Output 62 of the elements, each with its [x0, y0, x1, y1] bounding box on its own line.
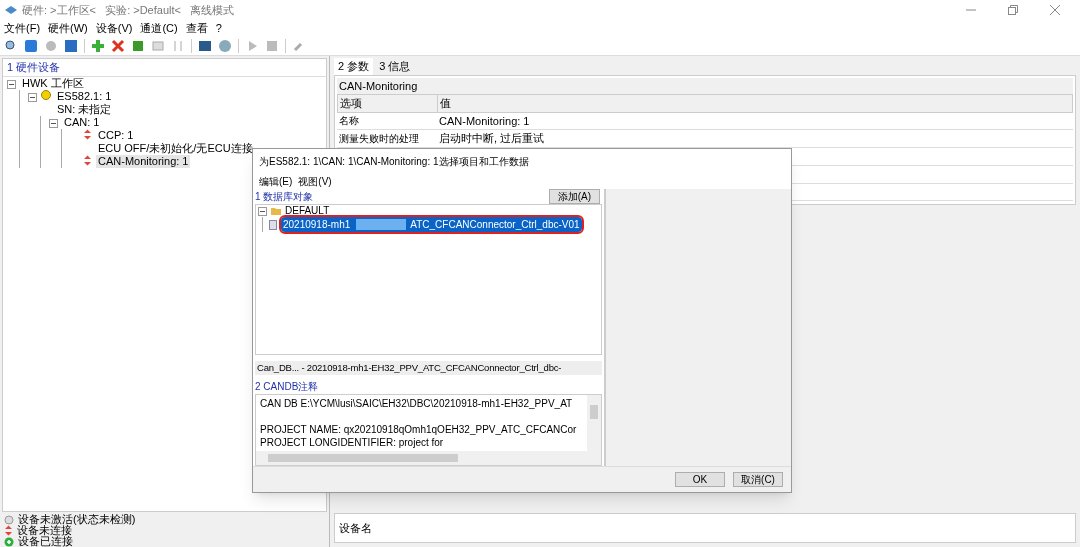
legend-label: 设备已连接: [18, 536, 73, 547]
comment-line: CAN DB E:\YCM\lusi\SAIC\EH32\DBC\20210918-mh1-EH32_PPV_AT: [260, 397, 574, 410]
collapse-toggle-icon[interactable]: [28, 92, 37, 102]
tab[interactable]: 2 参数: [334, 58, 374, 75]
redacted-block: [356, 219, 407, 230]
menu-item[interactable]: 查看: [185, 19, 208, 37]
menu-item[interactable]: 设备(V): [95, 19, 133, 37]
table-cell-text: 测量失败时的处理: [338, 132, 420, 147]
status-icon: [4, 514, 14, 525]
panel-title: 1 硬件设备: [3, 59, 326, 77]
add-button[interactable]: 添加(A): [548, 189, 600, 204]
tree-item[interactable]: CCP: 1: [96, 128, 255, 142]
legend-label: 设备未激活(状态未检测): [18, 514, 136, 525]
field-label: 设备名: [339, 522, 372, 534]
status-icon: [83, 128, 92, 140]
tree-item[interactable]: CAN-Monitoring: 1: [96, 154, 191, 168]
panel-title: 2 CANDB注释: [254, 380, 320, 394]
menu-item[interactable]: ?: [215, 19, 222, 37]
folder-icon: [271, 207, 281, 215]
restore-icon[interactable]: [1008, 5, 1018, 15]
tree-item-detail: ECU OFF/未初始化/无ECU连接: [97, 141, 254, 155]
dialog-button[interactable]: OK: [675, 472, 725, 487]
menu-item[interactable]: 文件(F): [4, 19, 41, 37]
tree-item[interactable]: HWK 工作区: [20, 76, 86, 90]
menu-item[interactable]: 编辑(E): [259, 173, 293, 189]
warning-icon: [41, 89, 51, 100]
database-icon: [269, 219, 277, 230]
tree-item[interactable]: ES582.1: 1: [55, 89, 114, 103]
table-cell-text: 启动时中断, 过后重试: [438, 131, 546, 147]
add-icon[interactable]: [91, 38, 105, 53]
menu-item[interactable]: 视图(V): [298, 173, 332, 189]
status-icon: [4, 536, 14, 547]
menu-item[interactable]: 硬件(W): [48, 19, 88, 37]
tree-item[interactable]: 20210918-mh1 ATC_CFCANConnector_Ctrl_dbc-V01: [281, 217, 582, 232]
legend-label: 设备未连接: [17, 525, 72, 536]
tree-item[interactable]: CAN: 1: [62, 115, 102, 129]
column-header: 选项: [338, 95, 438, 112]
tree-item-detail: SN: 未指定: [56, 102, 113, 116]
column-header: 值: [439, 96, 452, 111]
close-icon[interactable]: [1050, 5, 1060, 15]
menu-item[interactable]: 通道(C): [140, 19, 178, 37]
stop-icon[interactable]: [265, 38, 279, 53]
collapse-toggle-icon[interactable]: [7, 79, 16, 89]
window-title: 硬件: >工作区< 实验: >Default< 离线模式: [22, 2, 235, 18]
horizontal-scrollbar[interactable]: [256, 451, 601, 465]
status-icon: [83, 154, 92, 166]
tab[interactable]: 3 信息: [375, 58, 415, 75]
panel-title: 1 数据库对象: [254, 190, 315, 204]
dialog-button[interactable]: 取消(C): [733, 472, 783, 487]
tree-item[interactable]: DEFAULT: [285, 205, 330, 217]
delete-icon[interactable]: [111, 38, 125, 53]
status-icon: [4, 525, 13, 536]
app-icon: [4, 5, 18, 15]
comment-line: PROJECT NAME: qx20210918qOmh1qOEH32_PPV_ATC_CFCANCor: [260, 423, 578, 436]
vertical-scrollbar[interactable]: [587, 395, 601, 451]
dialog-title: 为ES582.1: 1\CAN: 1\CAN-Monitoring: 1选择项目和工作数据: [259, 154, 529, 169]
section-title: CAN-Monitoring: [337, 77, 1073, 94]
table-cell-text: CAN-Monitoring: 1: [438, 113, 531, 129]
comment-line: PROJECT LONGIDENTIFIER: project for: [260, 436, 445, 449]
collapse-toggle-icon[interactable]: [258, 206, 267, 216]
collapse-toggle-icon[interactable]: [49, 118, 58, 128]
table-cell-text: 名称: [338, 114, 360, 129]
